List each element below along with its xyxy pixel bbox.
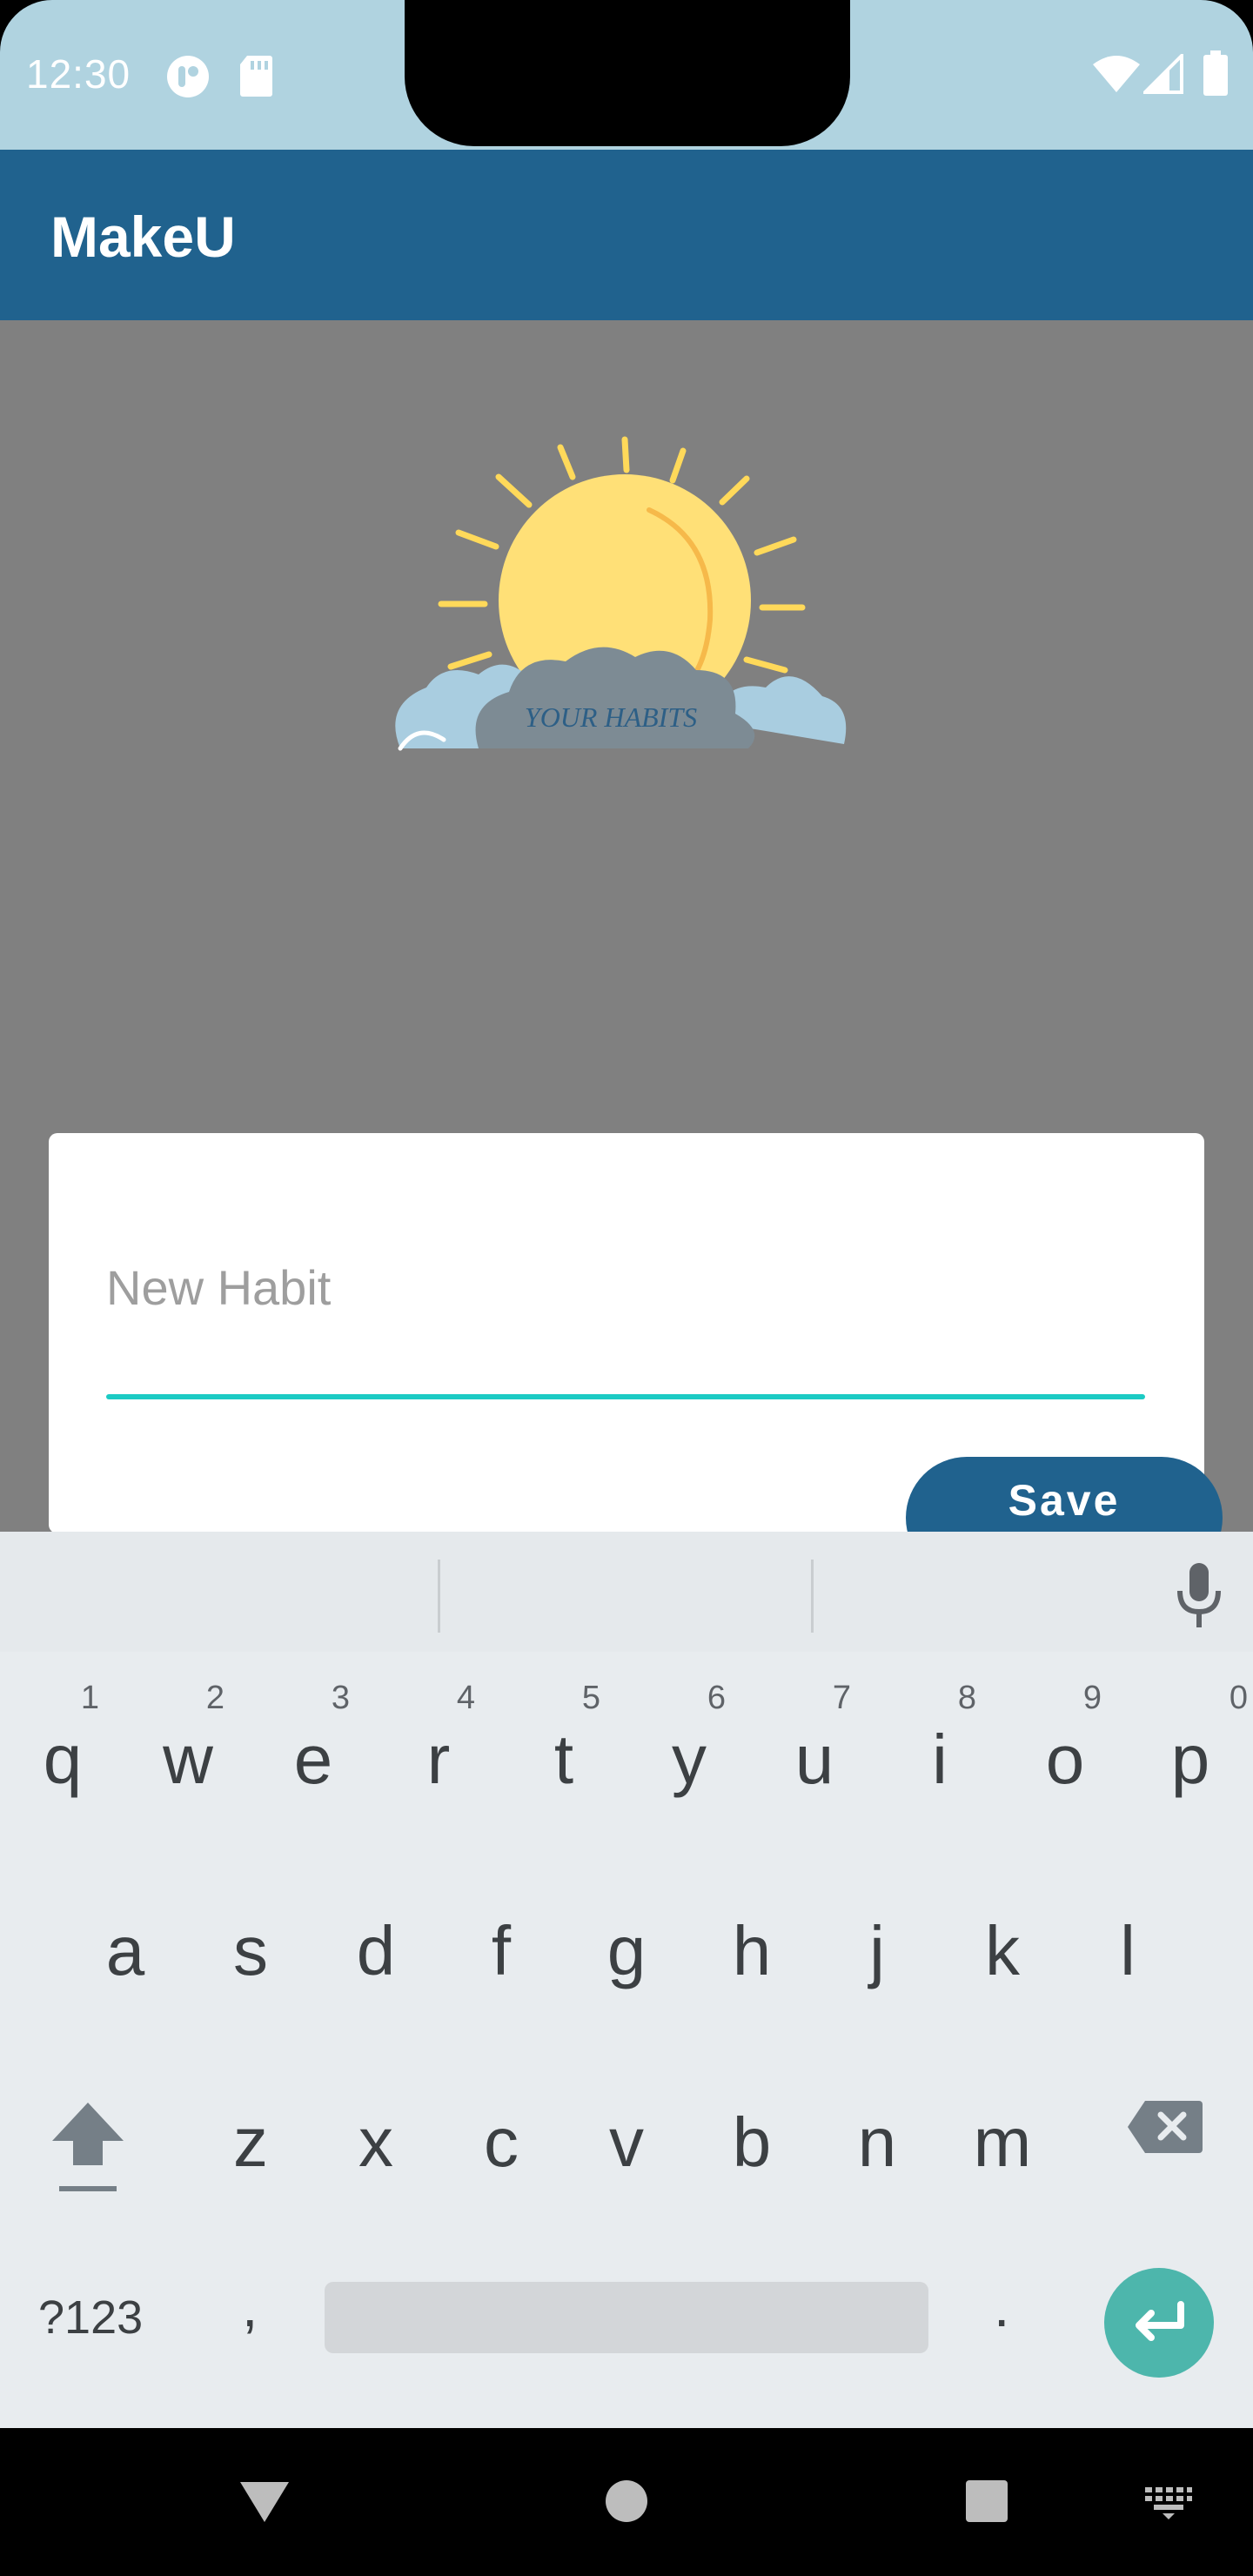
key-hint: 5	[581, 1680, 600, 1716]
key-label: c	[484, 2103, 519, 2181]
enter-icon	[1136, 2301, 1184, 2341]
key-b[interactable]: b	[689, 2049, 814, 2223]
key-r[interactable]: 4 r	[376, 1666, 501, 1840]
key-j[interactable]: j	[814, 1857, 940, 2031]
screen-corner	[0, 0, 104, 104]
key-label: v	[609, 2103, 644, 2181]
key-z[interactable]: z	[188, 2049, 313, 2223]
key-label: g	[606, 1912, 647, 1989]
key-label: w	[163, 1721, 213, 1798]
key-label: p	[1170, 1721, 1210, 1798]
key-label: n	[857, 2103, 897, 2181]
app-bar: MakeU	[0, 150, 1253, 320]
key-s[interactable]: s	[188, 1857, 313, 2031]
key-q[interactable]: 1 q	[0, 1666, 125, 1840]
key-p[interactable]: 0 p	[1128, 1666, 1253, 1840]
key-label: k	[985, 1912, 1020, 1989]
key-hint: 2	[205, 1680, 224, 1716]
key-label: u	[794, 1721, 834, 1798]
key-label: z	[233, 2103, 268, 2181]
status-bar: 12:30	[0, 0, 1253, 150]
key-e[interactable]: 3 e	[251, 1666, 376, 1840]
enter-key[interactable]	[1104, 2268, 1214, 2378]
logo-text: YOUR HABITS	[525, 701, 697, 733]
key-o[interactable]: 9 o	[1002, 1666, 1128, 1840]
wifi-icon	[1093, 56, 1140, 92]
key-hint: 6	[707, 1680, 726, 1716]
key-label: i	[932, 1721, 948, 1798]
camera-notch	[405, 0, 850, 146]
input-underline	[106, 1394, 1145, 1399]
key-g[interactable]: g	[564, 1857, 689, 2031]
key-label: e	[293, 1721, 333, 1798]
key-label: o	[1045, 1721, 1085, 1798]
key-f[interactable]: f	[439, 1857, 564, 2031]
key-label: r	[426, 1721, 451, 1798]
notification-icon	[167, 56, 209, 97]
battery-icon	[1203, 50, 1228, 96]
key-hint: 3	[331, 1680, 350, 1716]
key-label: a	[105, 1912, 145, 1989]
key-label: b	[732, 2103, 772, 2181]
recents-square-icon[interactable]	[964, 2479, 1009, 2524]
soft-keyboard: 1 q 2 w 3 e 4 r 5 t 6 y 7 u 8 i 9 o 0 p …	[0, 1532, 1253, 2428]
key-hint: 4	[456, 1680, 475, 1716]
key-hint: 1	[80, 1680, 99, 1716]
key-hint: 7	[832, 1680, 851, 1716]
key-t[interactable]: 5 t	[501, 1666, 626, 1840]
key-x[interactable]: x	[313, 2049, 439, 2223]
comma-key[interactable]: ,	[242, 2273, 258, 2339]
habits-logo-image: YOUR HABITS	[395, 436, 847, 751]
key-l[interactable]: l	[1065, 1857, 1190, 2031]
key-w[interactable]: 2 w	[125, 1666, 251, 1840]
backspace-icon[interactable]	[1126, 2099, 1204, 2155]
key-label: x	[358, 2103, 393, 2181]
symbols-key[interactable]: ?123	[38, 2291, 143, 2345]
key-label: t	[553, 1721, 574, 1798]
key-label: d	[356, 1912, 396, 1989]
key-h[interactable]: h	[689, 1857, 814, 2031]
key-k[interactable]: k	[940, 1857, 1065, 2031]
home-circle-icon[interactable]	[604, 2479, 649, 2524]
key-label: y	[672, 1721, 707, 1798]
key-hint: 8	[957, 1680, 976, 1716]
suggestion-divider	[438, 1560, 440, 1633]
key-label: s	[233, 1912, 268, 1989]
key-label: m	[973, 2103, 1032, 2181]
sd-card-icon	[240, 56, 272, 97]
key-label: f	[491, 1912, 512, 1989]
microphone-icon[interactable]	[1171, 1561, 1227, 1631]
screen-corner	[1149, 0, 1253, 104]
app-title: MakeU	[50, 205, 236, 269]
shift-icon[interactable]	[49, 2099, 127, 2195]
key-c[interactable]: c	[439, 2049, 564, 2223]
key-v[interactable]: v	[564, 2049, 689, 2223]
key-m[interactable]: m	[940, 2049, 1065, 2223]
space-bar[interactable]	[325, 2282, 928, 2353]
key-i[interactable]: 8 i	[877, 1666, 1002, 1840]
new-habit-input[interactable]	[106, 1262, 1145, 1312]
key-u[interactable]: 7 u	[752, 1666, 877, 1840]
key-label: q	[43, 1721, 83, 1798]
key-n[interactable]: n	[814, 2049, 940, 2223]
suggestion-divider	[811, 1560, 814, 1633]
key-a[interactable]: a	[63, 1857, 188, 2031]
status-time: 12:30	[26, 51, 131, 97]
screen: 12:30 MakeU YOUR HABITS New Habit Save 1…	[0, 0, 1253, 2576]
key-label: j	[869, 1912, 885, 1989]
keyboard-switch-icon[interactable]	[1143, 2485, 1194, 2520]
key-label: l	[1120, 1912, 1136, 1989]
navigation-bar	[0, 2428, 1253, 2576]
key-label: h	[732, 1912, 772, 1989]
key-hint: 9	[1082, 1680, 1102, 1716]
key-d[interactable]: d	[313, 1857, 439, 2031]
signal-icon	[1143, 54, 1183, 94]
key-hint: 0	[1229, 1680, 1248, 1716]
suggestion-strip	[0, 1532, 1253, 1652]
back-triangle-icon[interactable]	[238, 2479, 291, 2526]
key-y[interactable]: 6 y	[626, 1666, 752, 1840]
period-key[interactable]: .	[994, 2273, 1009, 2339]
new-habit-dialog: Save	[49, 1133, 1223, 1579]
